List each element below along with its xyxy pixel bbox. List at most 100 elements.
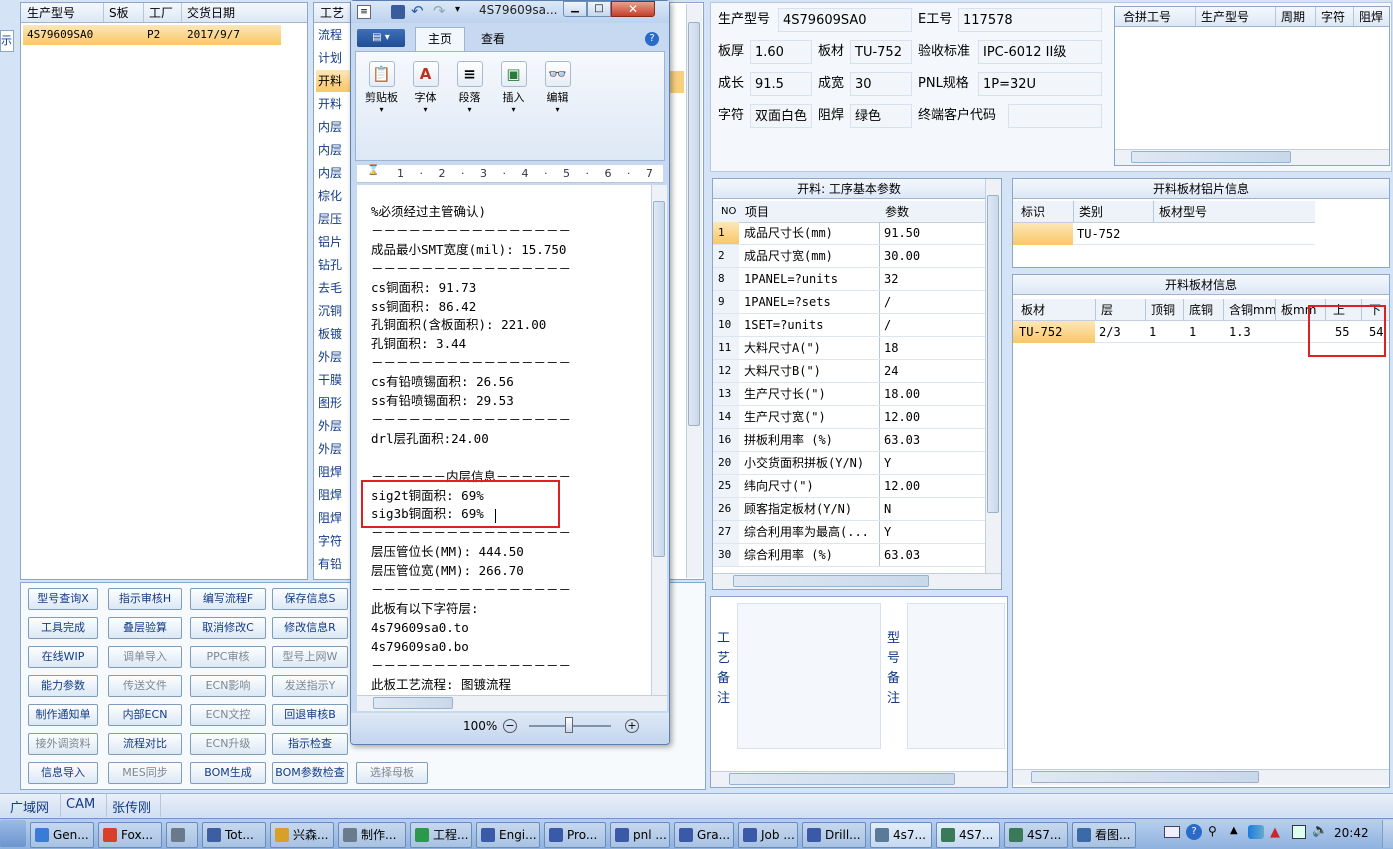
table-row[interactable]: 9 1PANEL=?sets / bbox=[713, 291, 985, 314]
taskbar-item[interactable]: Drill... bbox=[802, 822, 866, 848]
col-combine-model[interactable]: 生产型号 bbox=[1201, 7, 1249, 27]
process-item[interactable]: 外层 bbox=[316, 438, 352, 460]
network-icon[interactable] bbox=[1292, 825, 1306, 839]
action-button[interactable]: 编写流程F bbox=[190, 588, 266, 610]
action-button[interactable]: ECN升级 bbox=[190, 733, 266, 755]
action-button[interactable]: 信息导入 bbox=[28, 762, 98, 784]
action-button[interactable]: 修改信息R bbox=[272, 617, 348, 639]
col-bottom-cu[interactable]: 底铜 bbox=[1189, 299, 1213, 321]
col-combine-period[interactable]: 周期 bbox=[1281, 7, 1305, 27]
ribbon-edit[interactable]: 👓 编辑 ▾ bbox=[537, 57, 578, 157]
table-row[interactable]: 12 大料尺寸B(") 24 bbox=[713, 360, 985, 383]
col-s-board[interactable]: S板 bbox=[109, 3, 129, 23]
zoom-in-button[interactable]: + bbox=[625, 719, 639, 733]
antivirus-icon[interactable] bbox=[1248, 825, 1264, 839]
process-item[interactable]: 计划 bbox=[316, 47, 352, 69]
action-button[interactable]: 传送文件 bbox=[108, 675, 182, 697]
process-item[interactable]: 字符 bbox=[316, 530, 352, 552]
process-item[interactable]: 外层 bbox=[316, 346, 352, 368]
action-button[interactable]: 型号查询X bbox=[28, 588, 98, 610]
table-row[interactable]: 30 综合利用率 (%) 63.03 bbox=[713, 544, 985, 567]
tray-expand-icon[interactable]: ▲ bbox=[1230, 825, 1238, 836]
quick-access-dropdown-icon[interactable]: ▾ bbox=[455, 4, 460, 15]
col-factory[interactable]: 工厂 bbox=[149, 3, 173, 23]
action-button[interactable]: MES同步 bbox=[108, 762, 182, 784]
tab-home[interactable]: 主页 bbox=[415, 27, 465, 51]
process-item[interactable]: 板镀 bbox=[316, 323, 352, 345]
help-tray-icon[interactable]: ? bbox=[1186, 824, 1202, 840]
sheet-info-hscroll[interactable] bbox=[1013, 769, 1389, 785]
side-tab[interactable]: 示 bbox=[0, 30, 14, 52]
action-button[interactable]: 保存信息S bbox=[272, 588, 348, 610]
table-row[interactable]: 1 成品尺寸长(mm) 91.50 bbox=[713, 222, 985, 245]
col-with-cu[interactable]: 含铜mm bbox=[1229, 299, 1276, 321]
col-due-date[interactable]: 交货日期 bbox=[187, 3, 235, 23]
action-button[interactable]: 制作通知单 bbox=[28, 704, 98, 726]
taskbar-item[interactable]: Tot... bbox=[202, 822, 266, 848]
table-row[interactable]: 2 成品尺寸宽(mm) 30.00 bbox=[713, 245, 985, 268]
col-sheet[interactable]: 板材 bbox=[1021, 299, 1045, 321]
col-item[interactable]: 项目 bbox=[745, 201, 769, 223]
col-no[interactable]: NO bbox=[721, 201, 736, 223]
pnl-field[interactable]: 1P=32U bbox=[978, 72, 1102, 96]
col-combine-no[interactable]: 合拼工号 bbox=[1123, 7, 1171, 27]
params-vscroll[interactable] bbox=[985, 179, 1001, 573]
process-item[interactable]: 有铅 bbox=[316, 553, 352, 575]
process-remark-box[interactable] bbox=[737, 603, 881, 749]
action-button[interactable]: 调单导入 bbox=[108, 646, 182, 668]
action-button[interactable]: 型号上网W bbox=[272, 646, 348, 668]
document-hscroll[interactable] bbox=[357, 695, 667, 711]
table-row[interactable]: 4S79609SA0 P2 2017/9/7 bbox=[23, 25, 281, 45]
minimize-button[interactable]: ▁ bbox=[563, 1, 587, 17]
action-button[interactable]: ECN文控 bbox=[190, 704, 266, 726]
prod-model-field[interactable]: 4S79609SA0 bbox=[778, 8, 912, 32]
taskbar-item[interactable]: 工程... bbox=[410, 822, 472, 848]
action-button[interactable]: PPC审核 bbox=[190, 646, 266, 668]
wordpad-titlebar[interactable]: ≡ ↶ ↷ ▾ 4S79609sa... ▁ □ ✕ bbox=[351, 1, 669, 23]
close-button[interactable]: ✕ bbox=[611, 1, 655, 17]
width-field[interactable]: 30 bbox=[850, 72, 912, 96]
process-item[interactable]: 流程 bbox=[316, 24, 352, 46]
table-row[interactable]: 11 大料尺寸A(") 18 bbox=[713, 337, 985, 360]
taskbar-item[interactable]: 4S7... bbox=[1004, 822, 1068, 848]
taskbar-item[interactable]: Gra... bbox=[674, 822, 734, 848]
ribbon-insert[interactable]: ▣ 插入 ▾ bbox=[493, 57, 534, 157]
col-mark[interactable]: 标识 bbox=[1021, 201, 1045, 223]
customer-code-field[interactable] bbox=[1008, 104, 1102, 128]
process-item[interactable]: 棕化 bbox=[316, 185, 352, 207]
action-button[interactable]: 能力参数 bbox=[28, 675, 98, 697]
process-item[interactable]: 内层 bbox=[316, 116, 352, 138]
table-row[interactable]: 14 生产尺寸宽(") 12.00 bbox=[713, 406, 985, 429]
table-row[interactable]: 16 拼板利用率 (%) 63.03 bbox=[713, 429, 985, 452]
ribbon-paragraph[interactable]: ≡ 段落 ▾ bbox=[449, 57, 490, 157]
action-button[interactable]: BOM参数检查 bbox=[272, 762, 348, 784]
standard-field[interactable]: IPC-6012 II级 bbox=[978, 40, 1102, 64]
model-remark-box[interactable] bbox=[907, 603, 1005, 749]
process-item[interactable]: 沉铜 bbox=[316, 300, 352, 322]
taskbar-item[interactable]: 制作... bbox=[338, 822, 406, 848]
app-tray-icon[interactable]: ▲ bbox=[1270, 825, 1280, 840]
taskbar-item[interactable]: Job ... bbox=[738, 822, 798, 848]
taskbar-item[interactable]: Gen... bbox=[30, 822, 94, 848]
col-type[interactable]: 类别 bbox=[1079, 201, 1103, 223]
taskbar-item[interactable]: pnl ... bbox=[610, 822, 670, 848]
taskbar-item[interactable] bbox=[166, 822, 198, 848]
show-desktop-button[interactable] bbox=[1382, 820, 1393, 848]
process-item[interactable]: 阻焊 bbox=[316, 507, 352, 529]
undo-icon[interactable]: ↶ bbox=[411, 2, 424, 20]
col-model[interactable]: 生产型号 bbox=[27, 3, 75, 23]
taskbar-item[interactable]: 4S7... bbox=[936, 822, 1000, 848]
col-top-cu[interactable]: 顶铜 bbox=[1151, 299, 1175, 321]
ribbon-clipboard[interactable]: 📋 剪贴板 ▾ bbox=[361, 57, 402, 157]
action-button[interactable]: 在线WIP bbox=[28, 646, 98, 668]
action-button[interactable]: 取消修改C bbox=[190, 617, 266, 639]
table-row[interactable]: 20 小交货面积拼板(Y/N) Y bbox=[713, 452, 985, 475]
action-button[interactable]: BOM生成 bbox=[190, 762, 266, 784]
taskbar-item[interactable]: Engi... bbox=[476, 822, 540, 848]
process-item[interactable]: 外层 bbox=[316, 415, 352, 437]
action-button[interactable]: 发送指示Y bbox=[272, 675, 348, 697]
col-combine-char[interactable]: 字符 bbox=[1321, 7, 1345, 27]
zoom-out-button[interactable]: − bbox=[503, 719, 517, 733]
process-item[interactable]: 钻孔 bbox=[316, 254, 352, 276]
ruler[interactable]: ⌛ 1 · 2 · 3 · 4 · 5 · 6 · 7 bbox=[357, 165, 663, 183]
